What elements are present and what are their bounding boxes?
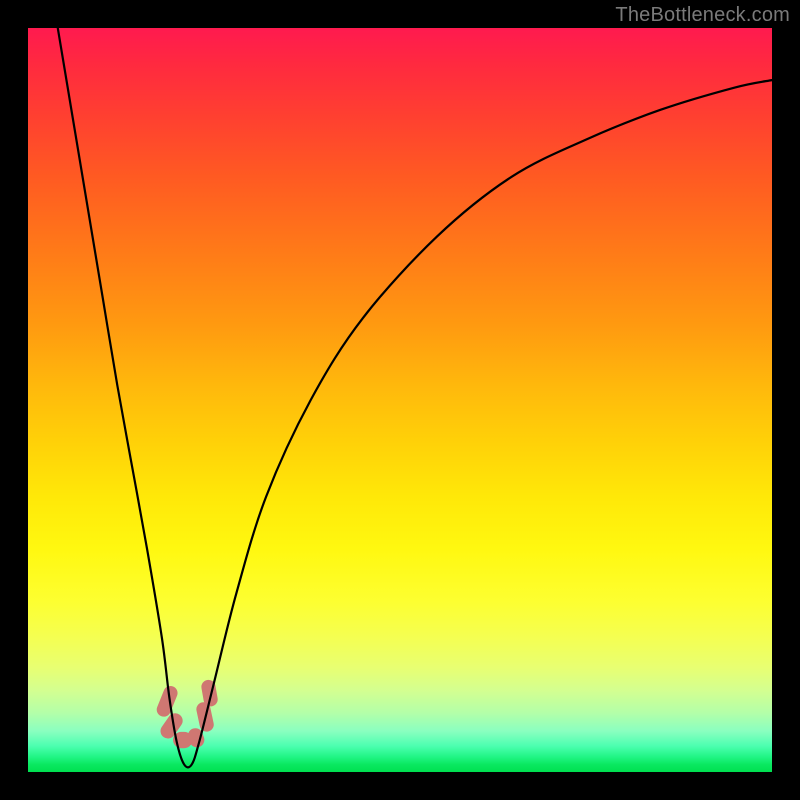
plot-area	[28, 28, 772, 772]
chart-svg	[28, 28, 772, 772]
bottleneck-curve-path	[58, 28, 772, 767]
marker-layer	[155, 679, 219, 750]
chart-frame: TheBottleneck.com	[0, 0, 800, 800]
watermark-text: TheBottleneck.com	[615, 4, 790, 27]
